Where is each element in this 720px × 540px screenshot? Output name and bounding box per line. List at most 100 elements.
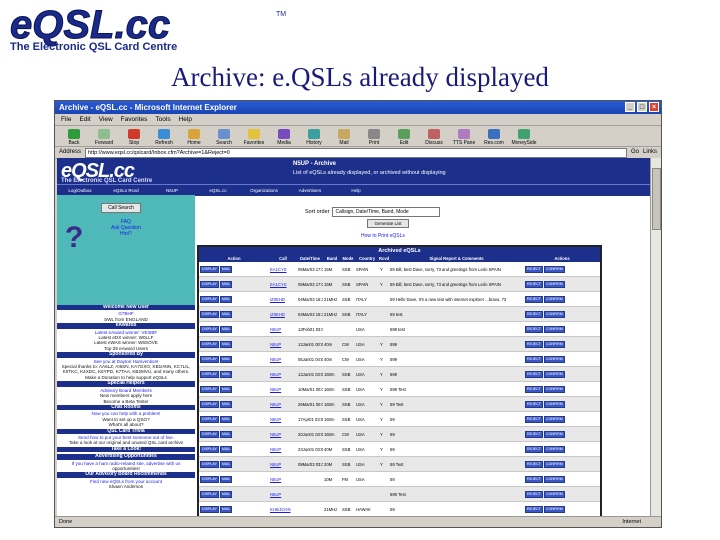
confirm-button[interactable]: CONFIRM: [543, 490, 565, 498]
confirm-button[interactable]: CONFIRM: [543, 340, 565, 348]
menu-item-edit[interactable]: Edit: [79, 114, 90, 125]
confirm-button[interactable]: CONFIRM: [543, 505, 565, 513]
toolbar-res-com-button[interactable]: Res.com: [479, 129, 509, 146]
confirm-button[interactable]: CONFIRM: [543, 400, 565, 408]
cell-call[interactable]: EA1CYS: [269, 262, 297, 277]
maximize-button[interactable]: □: [637, 102, 647, 112]
toolbar-print-button[interactable]: Print: [359, 129, 389, 146]
reject-button[interactable]: REJECT: [525, 445, 543, 453]
cell-call[interactable]: N5UP: [269, 471, 297, 487]
display-button[interactable]: DISPLAY: [200, 430, 219, 438]
confirm-button[interactable]: CONFIRM: [543, 295, 565, 303]
cell-call[interactable]: N5UP: [269, 336, 297, 352]
scroll-thumb[interactable]: [652, 168, 661, 230]
mail-button[interactable]: MAIL: [219, 415, 233, 423]
toolbar-history-button[interactable]: History: [299, 129, 329, 146]
cell-call[interactable]: N5UP: [269, 366, 297, 382]
mail-button[interactable]: MAIL: [219, 295, 233, 303]
display-button[interactable]: DISPLAY: [200, 310, 219, 318]
display-button[interactable]: DISPLAY: [200, 355, 219, 363]
cell-call[interactable]: EA1CYS: [269, 276, 297, 292]
cell-call[interactable]: N5UP: [269, 381, 297, 397]
reject-button[interactable]: REJECT: [525, 370, 543, 378]
reject-button[interactable]: REJECT: [525, 430, 543, 438]
close-button[interactable]: ×: [649, 102, 659, 112]
sort-order-select[interactable]: Callsign, Date/Time, Band, Mode: [332, 207, 441, 217]
mail-button[interactable]: MAIL: [219, 445, 233, 453]
address-input[interactable]: http://www.eqsl.cc/qslcard/Inbox.cfm?Arc…: [85, 147, 627, 158]
confirm-button[interactable]: CONFIRM: [543, 310, 565, 318]
toolbar-search-button[interactable]: Search: [209, 129, 239, 146]
toolbar-media-button[interactable]: Media: [269, 129, 299, 146]
mail-button[interactable]: MAIL: [219, 340, 233, 348]
display-button[interactable]: DISPLAY: [200, 295, 219, 303]
call-search-button[interactable]: Call Search: [101, 203, 141, 213]
toolbar-stop-button[interactable]: Stop: [119, 129, 149, 146]
display-button[interactable]: DISPLAY: [200, 265, 219, 273]
cell-call[interactable]: N5UP: [269, 411, 297, 427]
cell-call[interactable]: N5UP: [269, 456, 297, 472]
cell-call[interactable]: N5UP: [269, 426, 297, 442]
reject-button[interactable]: REJECT: [525, 310, 543, 318]
display-button[interactable]: DISPLAY: [200, 340, 219, 348]
display-button[interactable]: DISPLAY: [200, 325, 219, 333]
mail-button[interactable]: MAIL: [219, 460, 233, 468]
cell-call[interactable]: N5UP: [269, 321, 297, 337]
mail-button[interactable]: MAIL: [219, 400, 233, 408]
cell-call[interactable]: IZ0EHD: [269, 291, 297, 307]
toolbar-forward-button[interactable]: Forward: [89, 129, 119, 146]
cell-call[interactable]: N5UP: [269, 441, 297, 457]
reject-button[interactable]: REJECT: [525, 385, 543, 393]
vertical-scrollbar[interactable]: [650, 158, 661, 517]
menu-item-tools[interactable]: Tools: [155, 114, 170, 125]
faq-link[interactable]: Hint?: [111, 231, 141, 237]
display-button[interactable]: DISPLAY: [200, 280, 219, 288]
display-button[interactable]: DISPLAY: [200, 385, 219, 393]
cell-call[interactable]: IZ0EHD: [269, 306, 297, 322]
display-button[interactable]: DISPLAY: [200, 445, 219, 453]
toolbar-favorites-button[interactable]: Favorites: [239, 129, 269, 146]
display-button[interactable]: DISPLAY: [200, 475, 219, 483]
site-logo[interactable]: eQSL.cc The Electronic QSL Card Centre: [61, 160, 152, 184]
cell-call[interactable]: N5UP: [269, 351, 297, 367]
reject-button[interactable]: REJECT: [525, 490, 543, 498]
menu-item-view[interactable]: View: [99, 114, 113, 125]
menu-item-file[interactable]: File: [61, 114, 71, 125]
info-box-line[interactable]: Special thanks to: AA6LZ, AI6SN, KA7GXO,…: [59, 364, 193, 375]
reject-button[interactable]: REJECT: [525, 325, 543, 333]
confirm-button[interactable]: CONFIRM: [543, 280, 565, 288]
cell-call[interactable]: KH6/JCHN: [269, 501, 297, 517]
toolbar-moneyside-button[interactable]: MoneySide: [509, 129, 539, 146]
toolbar-home-button[interactable]: Home: [179, 129, 209, 146]
reject-button[interactable]: REJECT: [525, 340, 543, 348]
display-button[interactable]: DISPLAY: [200, 370, 219, 378]
toolbar-mail-button[interactable]: Mail: [329, 129, 359, 146]
reject-button[interactable]: REJECT: [525, 400, 543, 408]
mail-button[interactable]: MAIL: [219, 325, 233, 333]
mail-button[interactable]: MAIL: [219, 505, 233, 513]
minimize-button[interactable]: _: [625, 102, 635, 112]
info-box-line[interactable]: Shawn Anderson: [59, 484, 193, 489]
toolbar-edit-button[interactable]: Edit: [389, 129, 419, 146]
info-box-line[interactable]: Take a look at our original and unused Q…: [59, 440, 193, 445]
links-label[interactable]: Links: [643, 147, 657, 158]
reject-button[interactable]: REJECT: [525, 355, 543, 363]
cell-call[interactable]: N5UP: [269, 396, 297, 412]
reject-button[interactable]: REJECT: [525, 505, 543, 513]
confirm-button[interactable]: CONFIRM: [543, 265, 565, 273]
display-button[interactable]: DISPLAY: [200, 490, 219, 498]
mail-button[interactable]: MAIL: [219, 310, 233, 318]
mail-button[interactable]: MAIL: [219, 355, 233, 363]
display-button[interactable]: DISPLAY: [200, 415, 219, 423]
mail-button[interactable]: MAIL: [219, 370, 233, 378]
reject-button[interactable]: REJECT: [525, 415, 543, 423]
info-box-line[interactable]: What's all about?: [59, 422, 193, 427]
confirm-button[interactable]: CONFIRM: [543, 325, 565, 333]
mail-button[interactable]: MAIL: [219, 265, 233, 273]
reject-button[interactable]: REJECT: [525, 460, 543, 468]
how-to-print-link[interactable]: How to Print eQSLs: [361, 233, 405, 239]
go-button[interactable]: Go: [631, 147, 639, 158]
confirm-button[interactable]: CONFIRM: [543, 430, 565, 438]
menu-item-help[interactable]: Help: [179, 114, 192, 125]
reject-button[interactable]: REJECT: [525, 475, 543, 483]
